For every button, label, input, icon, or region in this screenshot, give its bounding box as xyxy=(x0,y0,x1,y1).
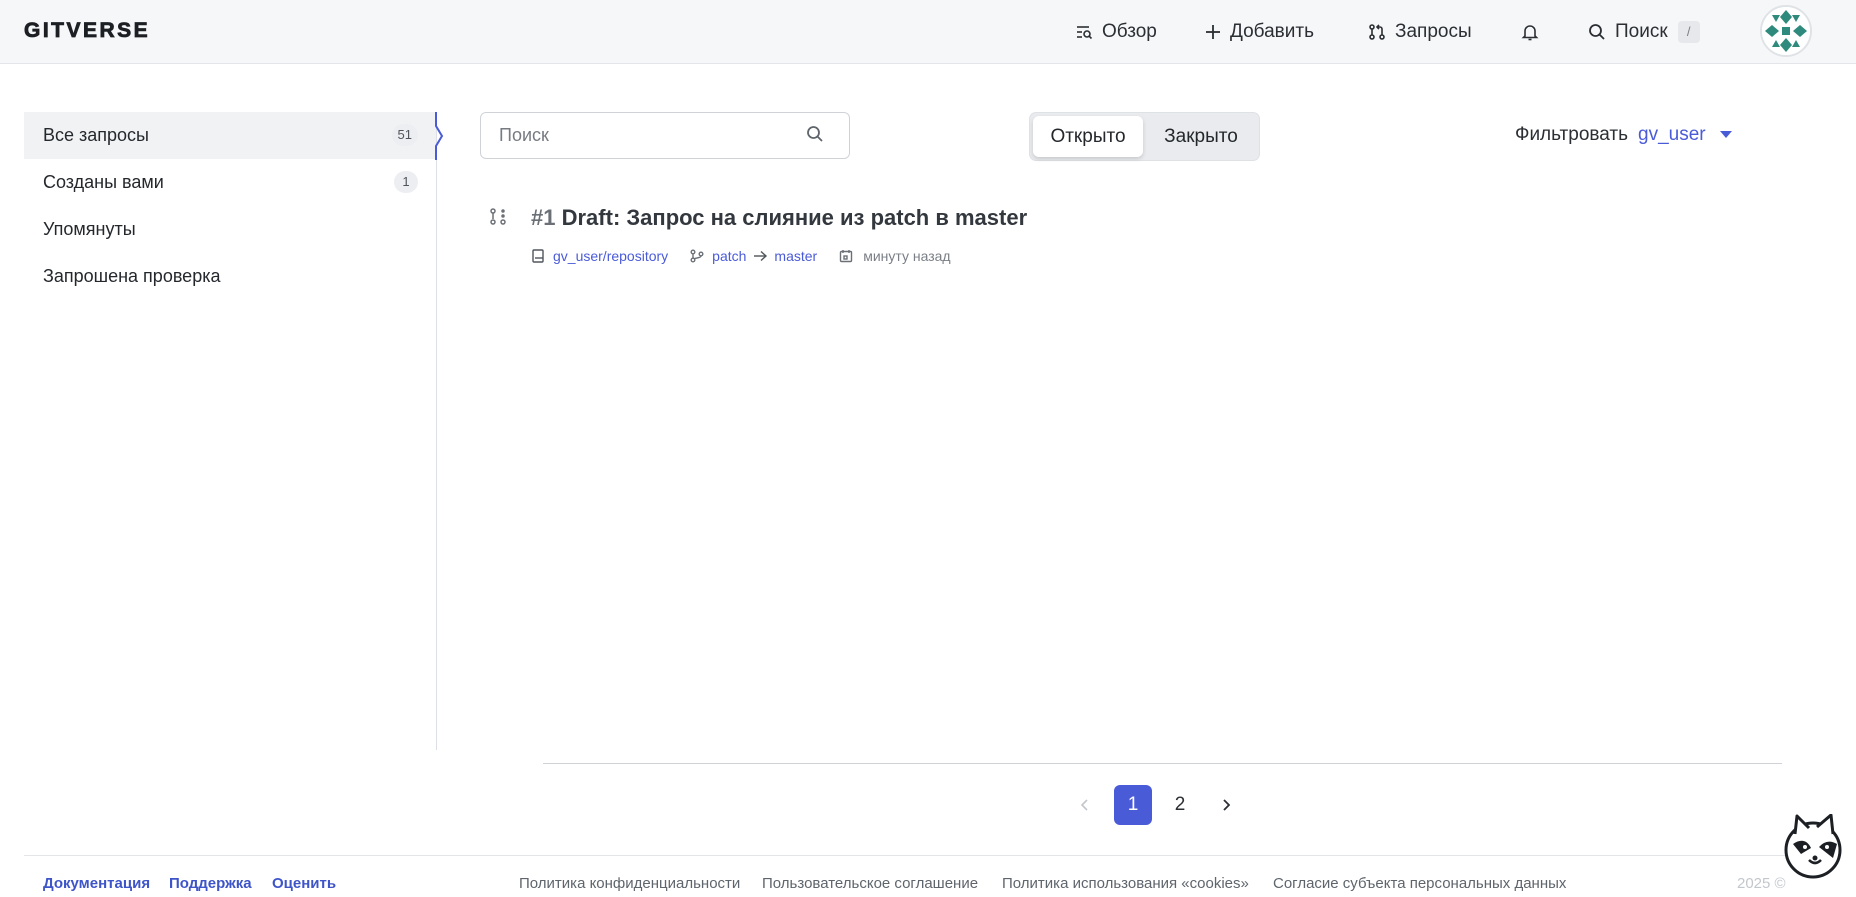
search-shortcut-key: / xyxy=(1677,21,1700,43)
requests-sidebar: Все запросы 51 Созданы вами 1 Упомянуты … xyxy=(24,112,436,300)
sidebar-item-label: Созданы вами xyxy=(43,172,164,192)
nav-overview-label: Обзор xyxy=(1102,21,1157,42)
pull-request-time: минуту назад xyxy=(863,248,951,264)
footer-link-user-agreement[interactable]: Пользовательское соглашение xyxy=(762,875,978,892)
pull-request-meta: gv_user/repository patch master минуту н… xyxy=(531,246,951,266)
bell-icon xyxy=(1521,25,1539,41)
sidebar-divider xyxy=(436,112,437,750)
sidebar-item-label: Упомянуты xyxy=(43,219,136,239)
repository-icon xyxy=(532,249,544,263)
top-header: GITVERSE Обзор Добавить Запросы Поиск / xyxy=(0,0,1856,64)
pull-request-number: #1 xyxy=(531,205,556,230)
state-toggle: Открыто Закрыто xyxy=(1029,112,1260,161)
active-item-indicator xyxy=(435,112,444,160)
chevron-right-icon xyxy=(1223,799,1230,811)
footer-link-cookie-policy[interactable]: Политика использования «cookies» xyxy=(1002,875,1249,892)
arrow-right-icon xyxy=(754,250,768,262)
nav-search[interactable]: Поиск / xyxy=(1588,16,1700,48)
pagination-divider xyxy=(543,763,1782,764)
search-icon xyxy=(1589,24,1605,40)
notifications-button[interactable] xyxy=(1521,16,1548,48)
sidebar-item-created-by-you[interactable]: Созданы вами 1 xyxy=(24,159,436,206)
sidebar-item-review-requested[interactable]: Запрошена проверка xyxy=(24,253,436,300)
draft-pull-request-icon xyxy=(490,208,506,225)
footer-link-personal-data-consent[interactable]: Согласие субъекта персональных данных xyxy=(1273,875,1566,892)
footer-link-support[interactable]: Поддержка xyxy=(169,875,252,892)
pull-request-title-text: Draft: Запрос на слияние из patch в mast… xyxy=(561,205,1028,230)
search-icon xyxy=(807,126,823,142)
count-badge: 1 xyxy=(394,171,418,193)
sidebar-item-label: Все запросы xyxy=(43,125,149,145)
sidebar-item-mentioned[interactable]: Упомянуты xyxy=(24,206,436,253)
filter-user-dropdown[interactable]: gv_user xyxy=(1638,124,1732,146)
nav-add-label: Добавить xyxy=(1230,21,1314,42)
footer-link-privacy-policy[interactable]: Политика конфиденциальности xyxy=(519,875,740,892)
nav-overview[interactable]: Обзор xyxy=(1075,16,1157,48)
source-branch-link[interactable]: patch xyxy=(712,248,746,264)
chevron-left-icon xyxy=(1081,799,1088,811)
branch-icon xyxy=(690,249,704,263)
page-2-button[interactable]: 2 xyxy=(1161,785,1199,825)
caret-down-icon xyxy=(1719,131,1732,138)
pull-request-title[interactable]: #1 Draft: Запрос на слияние из patch в m… xyxy=(531,205,1027,231)
nav-search-label: Поиск xyxy=(1615,21,1668,42)
user-avatar[interactable] xyxy=(1760,5,1812,57)
count-badge: 51 xyxy=(391,124,418,146)
nav-add[interactable]: Добавить xyxy=(1205,16,1314,48)
tab-open[interactable]: Открыто xyxy=(1033,116,1143,157)
filter-label: Фильтровать xyxy=(1515,124,1629,145)
identicon-avatar xyxy=(1762,7,1810,55)
repository-link[interactable]: gv_user/repository xyxy=(553,248,668,264)
gitverse-logo[interactable]: GITVERSE xyxy=(24,18,200,42)
calendar-icon xyxy=(840,250,853,263)
requests-search-input[interactable] xyxy=(480,112,850,159)
mascot-assistant-icon[interactable] xyxy=(1783,814,1843,880)
sidebar-item-label: Запрошена проверка xyxy=(43,266,221,286)
nav-requests[interactable]: Запросы xyxy=(1368,16,1472,48)
overview-icon xyxy=(1077,26,1093,40)
filter-value-label: gv_user xyxy=(1638,124,1706,145)
pull-request-icon xyxy=(1369,24,1385,40)
tab-closed[interactable]: Закрыто xyxy=(1146,116,1256,157)
footer-link-rate[interactable]: Оценить xyxy=(272,875,336,892)
nav-requests-label: Запросы xyxy=(1395,21,1472,42)
next-page-button[interactable] xyxy=(1214,785,1238,825)
logo-text: GITVERSE xyxy=(24,19,150,42)
copyright: 2025 © xyxy=(1737,875,1786,892)
previous-page-button[interactable] xyxy=(1073,785,1097,825)
plus-icon xyxy=(1206,25,1220,39)
sidebar-item-all-requests[interactable]: Все запросы 51 xyxy=(24,112,436,159)
page-1-button[interactable]: 1 xyxy=(1114,785,1152,825)
footer-divider xyxy=(24,855,1792,856)
target-branch-link[interactable]: master xyxy=(774,248,817,264)
footer-link-documentation[interactable]: Документация xyxy=(43,875,150,892)
